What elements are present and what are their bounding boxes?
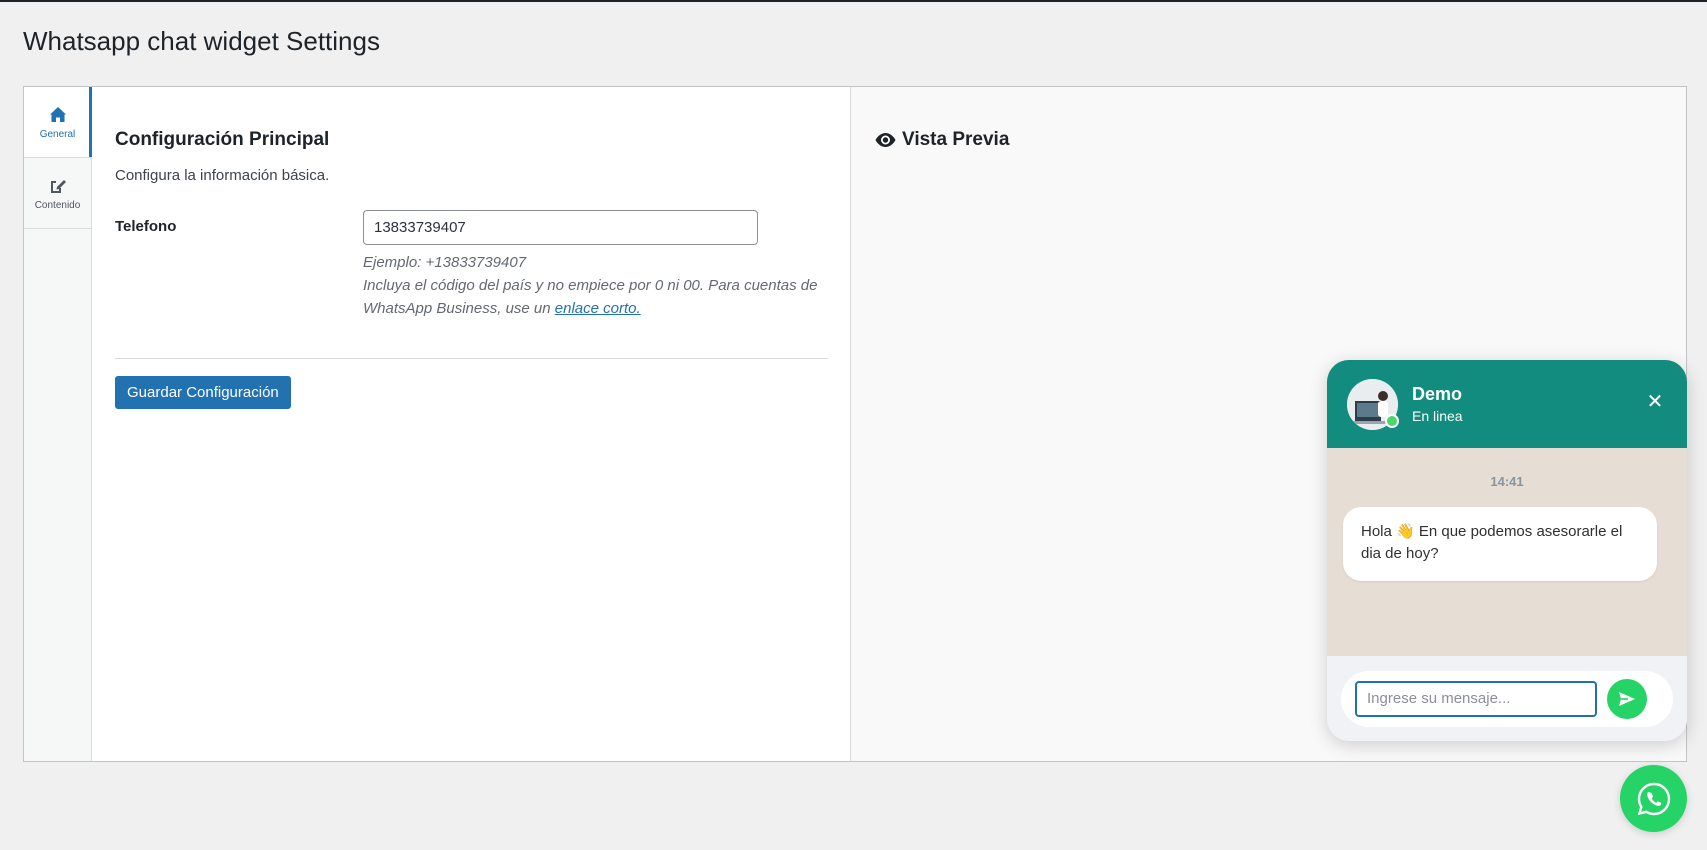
divider: [115, 358, 828, 359]
chat-widget-preview: Demo En linea ✕ 14:41 Hola 👋 En que pode…: [1327, 360, 1687, 741]
eye-icon: [875, 133, 896, 147]
chat-header: Demo En linea ✕: [1327, 360, 1687, 448]
send-icon: [1619, 691, 1635, 706]
phone-field-row: Telefono Ejemplo: +13833739407 Incluya e…: [115, 210, 828, 320]
chat-footer: [1327, 656, 1687, 741]
edit-icon: [50, 179, 66, 193]
main-settings: Configuración Principal Configura la inf…: [92, 87, 851, 761]
tab-contenido-label: Contenido: [34, 199, 81, 211]
phone-controls: Ejemplo: +13833739407 Incluya el código …: [363, 210, 828, 320]
home-icon: [49, 106, 66, 122]
phone-example: Ejemplo: +13833739407: [363, 254, 527, 271]
preview-title-text: Vista Previa: [902, 129, 1010, 150]
section-description: Configura la información básica.: [115, 167, 330, 184]
preview-title: Vista Previa: [875, 129, 1664, 151]
phone-label: Telefono: [115, 218, 177, 235]
save-button[interactable]: Guardar Configuración: [115, 376, 291, 409]
message-input-wrap: [1341, 670, 1673, 727]
chat-name: Demo: [1412, 384, 1463, 404]
send-button[interactable]: [1607, 678, 1647, 719]
message-bubble: Hola 👋 En que podemos asesorarle el dia …: [1343, 507, 1657, 581]
chat-time: 14:41: [1490, 474, 1524, 489]
whatsapp-icon: [1637, 782, 1670, 815]
message-input[interactable]: [1355, 680, 1597, 717]
close-icon[interactable]: ✕: [1645, 392, 1665, 412]
online-indicator: [1385, 413, 1399, 428]
short-link[interactable]: enlace corto.: [555, 300, 641, 317]
tab-general-label: General: [39, 128, 76, 140]
tab-contenido[interactable]: Contenido: [24, 158, 91, 229]
chat-body: 14:41 Hola 👋 En que podemos asesorarle e…: [1327, 448, 1687, 656]
avatar: [1347, 378, 1399, 430]
phone-help-text: Incluya el código del país y no empiece …: [363, 274, 828, 320]
chat-header-text: Demo En linea: [1412, 384, 1463, 424]
whatsapp-float-button[interactable]: [1620, 765, 1687, 832]
phone-input[interactable]: [363, 210, 758, 245]
chat-status: En linea: [1412, 408, 1463, 424]
tab-general[interactable]: General: [24, 87, 92, 158]
section-title: Configuración Principal: [115, 129, 330, 150]
settings-tabs: General Contenido: [24, 87, 92, 761]
phone-help: Ejemplo: +13833739407 Incluya el código …: [363, 251, 828, 320]
page-title: Whatsapp chat widget Settings: [23, 26, 380, 56]
